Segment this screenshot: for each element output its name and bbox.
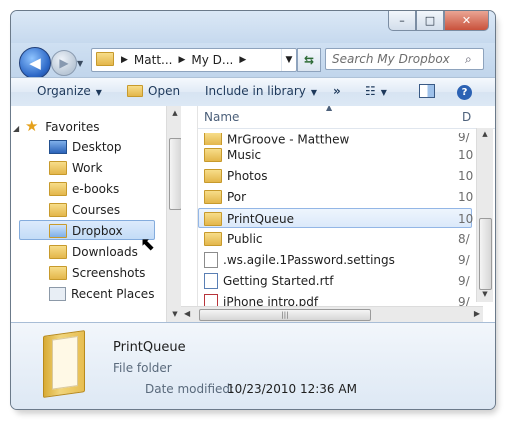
preview-pane-icon <box>419 84 435 98</box>
file-row[interactable]: Getting Started.rtf 9/ <box>198 271 472 291</box>
folder-icon <box>49 202 67 217</box>
file-row[interactable]: .ws.agile.1Password.settings 9/ <box>198 250 472 270</box>
horizontal-scrollbar[interactable]: ◀ ||| ▶ <box>181 306 483 323</box>
dropbox-folder-icon <box>204 147 222 162</box>
more-commands-button[interactable]: » <box>333 84 341 98</box>
scrollbar-thumb[interactable] <box>479 218 492 290</box>
mouse-cursor-icon: ⬉ <box>140 234 156 255</box>
help-icon: ? <box>457 85 472 100</box>
scrollbar-thumb[interactable]: ||| <box>199 309 371 321</box>
breadcrumb-separator[interactable]: ▶ <box>119 55 130 65</box>
sidebar-item-e-books[interactable]: e-books <box>49 179 119 199</box>
scroll-down-arrow-icon[interactable]: ▼ <box>167 310 181 318</box>
navigation-scrollbar[interactable]: ▲ ▼ <box>166 106 181 322</box>
scroll-left-arrow-icon[interactable]: ◀ <box>184 309 190 318</box>
sidebar-item-downloads[interactable]: Downloads <box>49 242 138 262</box>
include-in-library-button[interactable]: Include in library ▼ <box>205 84 317 98</box>
breadcrumb-separator[interactable]: ▶ <box>237 55 248 65</box>
details-modified-label: Date modified: <box>145 382 235 396</box>
collapse-icon[interactable]: ◢ <box>13 119 25 139</box>
title-bar[interactable]: – □ ✕ <box>11 11 495 43</box>
recent-places-icon <box>49 286 66 301</box>
breadcrumb-user[interactable]: Matt... <box>130 53 177 67</box>
sidebar-item-screenshots[interactable]: Screenshots <box>49 263 145 283</box>
dropbox-folder-icon <box>204 133 222 145</box>
search-placeholder: Search My Dropbox <box>332 52 450 66</box>
file-row[interactable]: Por 10 <box>198 187 473 207</box>
desktop-icon <box>49 139 67 154</box>
file-list: Name ▲ D MrGroove - Matthew 9/ Music 10 Ph… <box>197 106 495 322</box>
sort-ascending-icon: ▲ <box>326 106 333 112</box>
favorites-header[interactable]: ◢ ★ Favorites <box>13 116 100 136</box>
breadcrumb-separator[interactable]: ▶ <box>176 55 187 65</box>
close-button[interactable]: ✕ <box>444 11 489 31</box>
scroll-up-arrow-icon[interactable]: ▲ <box>477 130 493 138</box>
back-button[interactable]: ◀ <box>19 47 51 79</box>
minimize-button[interactable]: – <box>388 11 416 31</box>
dropbox-folder-icon <box>96 52 114 66</box>
star-icon: ★ <box>25 117 39 135</box>
help-button[interactable]: ? <box>457 84 472 100</box>
breadcrumb-dropbox[interactable]: My D... <box>187 53 237 67</box>
large-folder-icon <box>43 330 85 398</box>
preview-pane-button[interactable] <box>419 84 435 101</box>
file-row[interactable]: Music 10 <box>198 145 473 165</box>
explorer-window: – □ ✕ ◀ ▶ ▼ ▶ Matt... ▶ My D... ▶ ▼ ⇆ Se… <box>10 10 496 410</box>
file-row-selected[interactable]: PrintQueue 10 <box>198 208 473 228</box>
details-modified-value: 10/23/2010 12:36 AM <box>227 382 357 396</box>
command-bar: Organize ▼ Open Include in library ▼ » ☷ ▼ … <box>11 77 495 107</box>
dropbox-folder-icon <box>49 223 67 238</box>
forward-arrow-icon: ▶ <box>59 56 69 70</box>
rtf-icon <box>204 272 218 289</box>
sidebar-item-courses[interactable]: Courses <box>49 200 120 220</box>
details-item-type: File folder <box>113 361 172 375</box>
scroll-right-arrow-icon[interactable]: ▶ <box>474 309 480 318</box>
open-button[interactable]: Open <box>127 84 180 98</box>
views-icon: ☷ <box>365 84 376 98</box>
scroll-down-arrow-icon[interactable]: ▼ <box>477 290 493 298</box>
sidebar-item-recent-places[interactable]: Recent Places <box>49 284 154 304</box>
column-headers: Name ▲ D <box>198 106 495 129</box>
details-item-name: PrintQueue <box>113 340 186 355</box>
change-view-button[interactable]: ☷ ▼ <box>365 84 387 98</box>
refresh-button[interactable]: ⇆ <box>297 48 321 72</box>
downloads-icon <box>49 244 67 259</box>
scroll-up-arrow-icon[interactable]: ▲ <box>167 109 181 117</box>
folder-icon <box>49 181 67 196</box>
dropbox-folder-icon <box>204 211 222 226</box>
open-folder-icon <box>127 84 143 97</box>
navigation-pane: ◢ ★ Favorites Desktop Work e-books Course… <box>11 106 181 322</box>
file-row[interactable]: Photos 10 <box>198 166 473 186</box>
column-header-name[interactable]: Name <box>204 110 239 124</box>
maximize-button[interactable]: □ <box>416 11 444 31</box>
search-icon[interactable]: ⌕ <box>465 52 483 67</box>
scrollbar-thumb[interactable] <box>169 138 181 210</box>
dropbox-folder-icon <box>204 168 222 183</box>
file-list-scrollbar[interactable]: ▲ ▼ <box>476 128 493 302</box>
organize-button[interactable]: Organize ▼ <box>37 84 102 98</box>
folder-icon <box>49 160 67 175</box>
sidebar-item-work[interactable]: Work <box>49 158 102 178</box>
forward-button[interactable]: ▶ <box>51 50 77 76</box>
column-header-date[interactable]: D <box>462 110 471 124</box>
sidebar-item-dropbox[interactable]: Dropbox <box>19 220 155 240</box>
address-history-dropdown[interactable]: ▼ <box>281 49 296 71</box>
back-arrow-icon: ◀ <box>29 54 41 72</box>
folder-icon <box>49 265 67 280</box>
file-icon <box>204 251 218 268</box>
dropbox-folder-icon <box>204 231 222 246</box>
file-row[interactable]: Public 8/ <box>198 229 472 249</box>
recent-pages-dropdown[interactable]: ▼ <box>77 59 83 68</box>
address-bar[interactable]: ▶ Matt... ▶ My D... ▶ ▼ <box>91 48 297 72</box>
search-input[interactable]: Search My Dropbox ⌕ <box>325 48 484 70</box>
dropbox-folder-icon <box>204 189 222 204</box>
details-pane: PrintQueue File folder Date modified: 10… <box>11 322 495 409</box>
file-row[interactable]: MrGroove - Matthew 9/ <box>198 133 472 145</box>
sidebar-item-desktop[interactable]: Desktop <box>49 137 122 157</box>
